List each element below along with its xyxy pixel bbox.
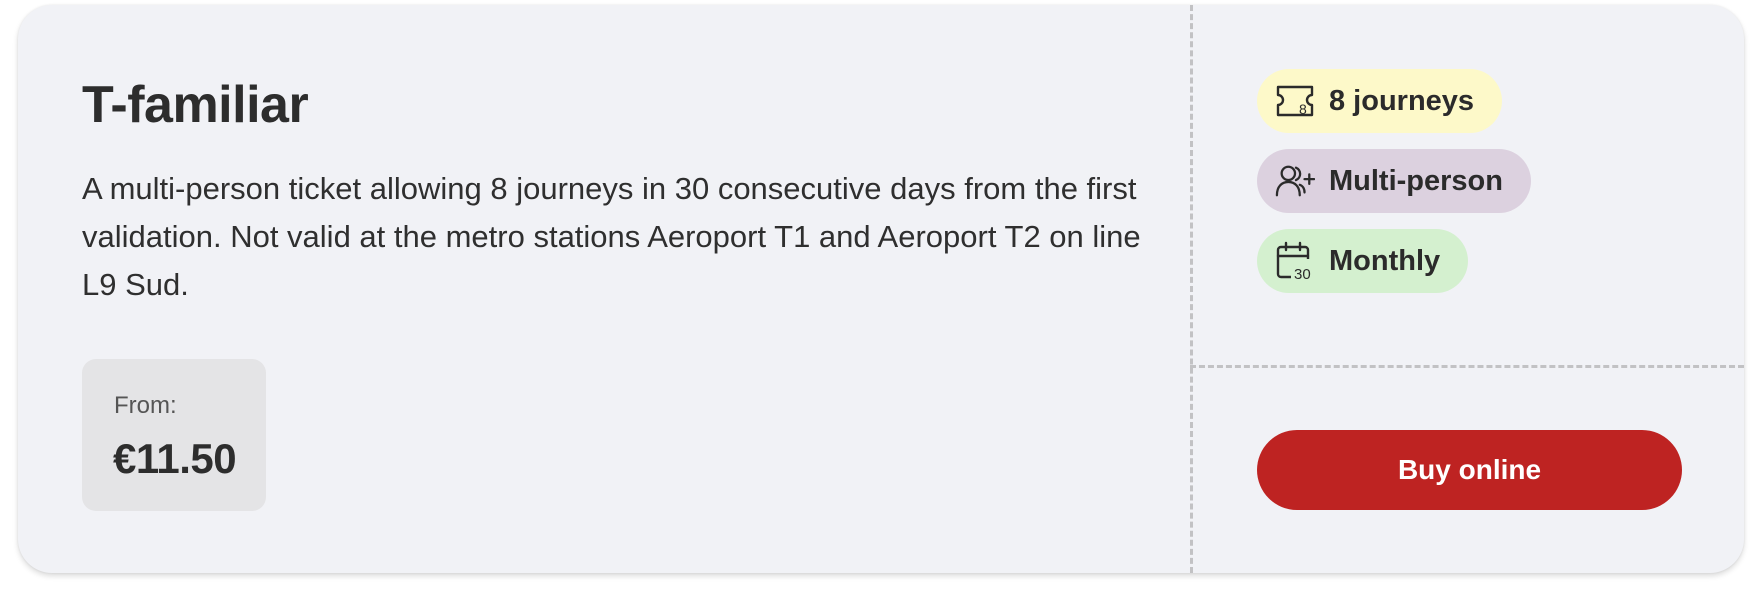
ticket-card: T-familiar A multi-person ticket allowin… <box>18 5 1744 573</box>
calendar-icon: 30 <box>1275 241 1315 281</box>
ticket-icon-number: 8 <box>1299 101 1307 117</box>
buy-online-button[interactable]: Buy online <box>1257 430 1682 510</box>
ticket-title: T-familiar <box>82 76 309 134</box>
horizontal-divider <box>1190 365 1744 368</box>
vertical-divider <box>1190 5 1193 573</box>
price-label: From: <box>114 392 177 419</box>
price-value: €11.50 <box>113 435 237 482</box>
multi-person-label: Multi-person <box>1329 164 1503 197</box>
journeys-label: 8 journeys <box>1329 84 1475 117</box>
users-plus-icon <box>1275 161 1315 201</box>
ticket-description: A multi-person ticket allowing 8 journey… <box>82 171 1141 302</box>
multi-person-badge: Multi-person <box>1257 149 1531 213</box>
price-box: From: €11.50 <box>82 359 266 511</box>
ticket-icon: 8 <box>1275 81 1315 121</box>
monthly-badge: 30 Monthly <box>1257 229 1469 293</box>
ticket-info: T-familiar A multi-person ticket allowin… <box>18 5 1190 573</box>
journeys-badge: 8 8 journeys <box>1257 69 1503 133</box>
calendar-icon-number: 30 <box>1294 266 1311 281</box>
monthly-label: Monthly <box>1329 244 1441 277</box>
